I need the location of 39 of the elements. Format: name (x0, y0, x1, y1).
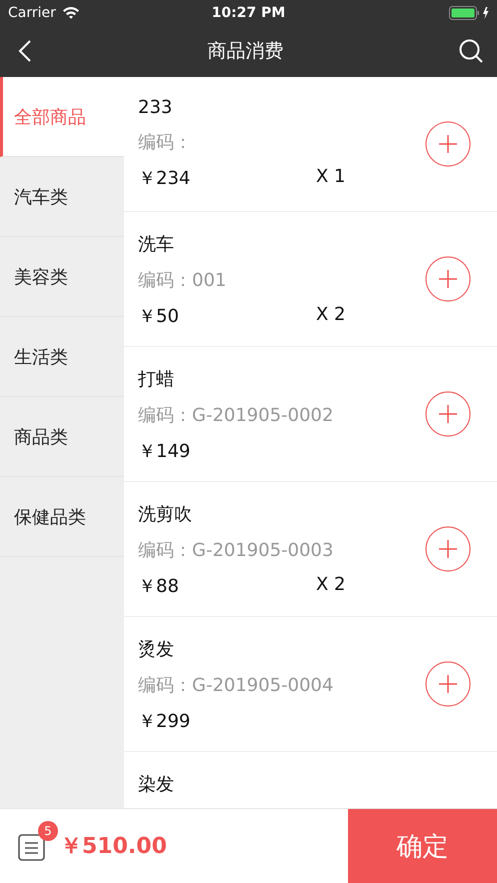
product-code: 编码：G-201905-0004 (138, 674, 334, 697)
category-item[interactable]: 生活类 (0, 317, 124, 397)
product-code: 编码：G-201905-0002 (138, 404, 334, 427)
product-name: 洗车 (138, 233, 175, 256)
product-price: ￥149 (138, 440, 192, 463)
category-item[interactable]: 商品类 (0, 397, 124, 477)
product-name: 烫发 (138, 638, 175, 661)
add-icon[interactable] (425, 121, 471, 167)
product-price: ￥50 (138, 305, 180, 328)
product-name: 染发 (138, 773, 175, 796)
category-item[interactable]: 保健品类 (0, 477, 124, 557)
wifi-icon (62, 6, 80, 19)
back-icon[interactable] (18, 40, 32, 62)
product-code: 编码： (138, 131, 193, 154)
category-item[interactable]: 汽车类 (0, 157, 124, 237)
list-icon[interactable] (18, 831, 46, 861)
page-title: 商品消费 (208, 39, 284, 64)
add-icon[interactable] (425, 391, 471, 437)
add-icon[interactable] (425, 526, 471, 572)
product-name: 233 (138, 97, 174, 118)
product-quantity: X 1 (316, 166, 346, 189)
product-quantity: X 2 (316, 304, 346, 327)
search-icon[interactable] (459, 39, 483, 63)
battery-icon (449, 6, 491, 20)
product-name: 洗剪吹 (138, 503, 193, 526)
product-name: 打蜡 (138, 368, 175, 391)
product-code: 编码：G-201905-0003 (138, 539, 334, 562)
category-item[interactable]: 美容类 (0, 237, 124, 317)
add-icon[interactable] (425, 256, 471, 302)
carrier-text: Carrier (8, 4, 56, 20)
product-quantity: X 2 (316, 574, 346, 597)
product-price: ￥299 (138, 710, 192, 733)
status-time: 10:27 PM (212, 4, 286, 20)
product-price: ￥234 (138, 167, 192, 190)
add-icon[interactable] (425, 661, 471, 707)
product-price: ￥88 (138, 575, 180, 598)
total-price: ￥510.00 (60, 833, 167, 861)
count-badge: 5 (38, 821, 58, 841)
product-code: 编码：001 (138, 269, 228, 292)
